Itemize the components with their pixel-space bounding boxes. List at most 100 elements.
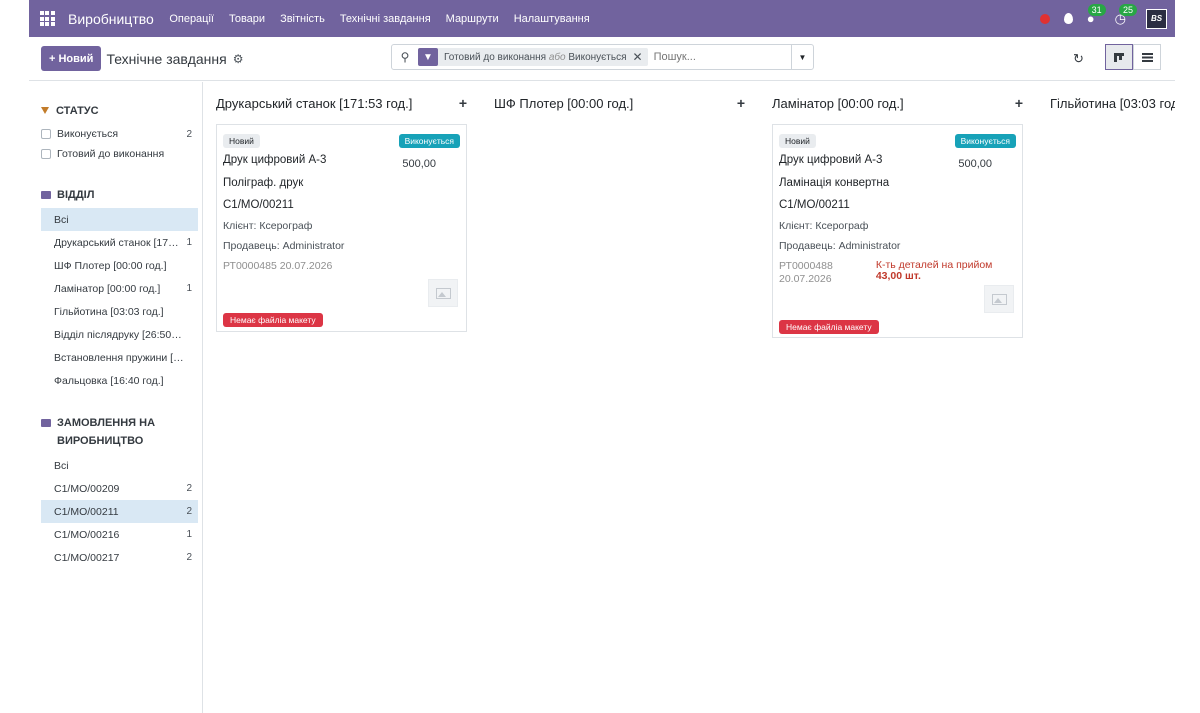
- dept-item-postpress[interactable]: Відділ післядруку [26:50 год.]: [41, 323, 198, 346]
- card-reference: РТ0000485 20.07.2026: [223, 259, 333, 272]
- kanban-column-laminator: Ламінатор [00:00 год.] + Новий Виконуєть…: [772, 82, 1023, 713]
- search-panel: СТАТУС Виконується 2 Готовий до виконанн…: [29, 82, 203, 713]
- kanban-icon: [1114, 52, 1124, 62]
- kanban-board: Друкарський станок [171:53 год.] + Новий…: [203, 82, 1175, 713]
- order-item-all[interactable]: Всі: [41, 454, 198, 477]
- card-price: 500,00: [958, 158, 992, 170]
- card-order: С1/МО/00211: [223, 199, 294, 211]
- no-layout-file-badge: Немає файліа макету: [223, 313, 323, 327]
- remove-facet-icon[interactable]: ✕: [633, 50, 648, 64]
- card-client: Клієнт: Ксерограф: [223, 219, 313, 232]
- card-operation: Поліграф. друк: [223, 176, 304, 189]
- top-navbar: Виробництво Операції Товари Звітність Те…: [29, 0, 1175, 37]
- dept-item-plotter[interactable]: ШФ Плотер [00:00 год.]: [41, 254, 198, 277]
- filter-funnel-icon: [41, 107, 49, 114]
- dept-item-folding[interactable]: Фальцовка [16:40 год.]: [41, 369, 198, 392]
- stage-badge: Новий: [779, 134, 816, 148]
- list-icon: [1141, 52, 1153, 62]
- activities-clock-icon[interactable]: ◷ 25: [1115, 3, 1137, 27]
- checkbox[interactable]: [41, 149, 51, 159]
- new-button[interactable]: + Новий: [41, 46, 102, 71]
- card-quantity-warning: К-ть деталей на прийом 43,00 шт.: [875, 258, 993, 282]
- control-panel: + Новий Технічне завдання ⚙ ⚲ ▼ Готовий …: [29, 37, 1175, 81]
- state-badge: Виконується: [398, 134, 460, 148]
- dept-item-all[interactable]: Всі: [41, 208, 198, 231]
- department-header: ВІДДІЛ: [41, 186, 198, 204]
- status-section: СТАТУС Виконується 2 Готовий до виконанн…: [41, 102, 198, 164]
- status-item-in-progress[interactable]: Виконується 2: [41, 124, 198, 144]
- folder-icon: [41, 419, 51, 427]
- plus-icon: +: [49, 52, 59, 65]
- order-item-00209[interactable]: С1/МО/00209 2: [41, 477, 198, 500]
- add-card-icon[interactable]: +: [737, 95, 745, 111]
- menu-settings[interactable]: Налаштування: [506, 13, 597, 25]
- messages-badge: 31: [1087, 4, 1106, 16]
- app-window: Виробництво Операції Товари Звітність Те…: [29, 0, 1175, 713]
- orders-section: ЗАМОВЛЕННЯ НА ВИРОБНИЦТВО Всі С1/МО/0020…: [41, 414, 198, 569]
- messages-icon[interactable]: ● 31: [1087, 4, 1106, 26]
- dept-item-laminator[interactable]: Ламінатор [00:00 год.] 1: [41, 277, 198, 300]
- card-product: Друк цифровий А-3: [223, 154, 327, 166]
- card-operation: Ламінація конвертна: [779, 176, 890, 189]
- column-header[interactable]: Друкарський станок [171:53 год.] +: [216, 82, 467, 124]
- drop-icon[interactable]: [1063, 13, 1073, 24]
- company-logo[interactable]: BS: [1146, 8, 1167, 29]
- apps-menu-icon[interactable]: [29, 0, 65, 37]
- filter-icon: ▼: [418, 48, 438, 66]
- menu-reporting[interactable]: Звітність: [273, 13, 333, 25]
- stage-badge: Новий: [223, 134, 260, 148]
- kanban-view-button[interactable]: [1105, 44, 1133, 70]
- dept-item-binding[interactable]: Встановлення пружини [16:40 год.]: [41, 346, 198, 369]
- dept-item-printer[interactable]: Друкарський станок [171:53 год.]1: [41, 231, 198, 254]
- kanban-card[interactable]: Новий Виконується Друк цифровий А-3 Полі…: [216, 124, 467, 332]
- department-section: ВІДДІЛ Всі Друкарський станок [171:53 го…: [41, 186, 198, 392]
- menu-routes[interactable]: Маршрути: [438, 13, 506, 25]
- no-layout-file-badge: Немає файліа макету: [779, 320, 879, 334]
- search-options-chevron-icon[interactable]: ▼: [791, 45, 813, 69]
- page-title: Технічне завдання: [106, 50, 227, 67]
- card-seller: Продавець: Administrator: [779, 239, 901, 252]
- column-header[interactable]: Ламінатор [00:00 год.] +: [772, 82, 1023, 124]
- debug-bug-icon[interactable]: [1039, 13, 1050, 24]
- card-seller: Продавець: Administrator: [223, 239, 345, 252]
- kanban-column-guillotine: Гільйотина [03:03 год.]: [1050, 82, 1175, 713]
- add-card-icon[interactable]: +: [1015, 95, 1023, 111]
- kanban-card[interactable]: Новий Виконується Друк цифровий А-3 Ламі…: [772, 124, 1023, 338]
- app-brand[interactable]: Виробництво: [68, 11, 154, 27]
- gear-icon[interactable]: ⚙: [233, 52, 244, 66]
- dept-item-guillotine[interactable]: Гільйотина [03:03 год.]: [41, 300, 198, 323]
- activities-badge: 25: [1118, 3, 1137, 16]
- status-item-ready[interactable]: Готовий до виконання: [41, 144, 198, 164]
- new-button-label: Новий: [58, 52, 94, 65]
- orders-header: ЗАМОВЛЕННЯ НА ВИРОБНИЦТВО: [41, 414, 198, 450]
- card-price: 500,00: [402, 158, 436, 170]
- refresh-icon[interactable]: ↻: [1073, 51, 1084, 67]
- filter-facet: ▼ Готовий до виконання або Виконується ✕: [418, 48, 648, 66]
- search-bar: ⚲ ▼ Готовий до виконання або Виконується…: [391, 44, 814, 70]
- menu-operations[interactable]: Операції: [162, 13, 222, 25]
- kanban-column-plotter: ШФ Плотер [00:00 год.] +: [494, 82, 745, 713]
- order-item-00217[interactable]: С1/МО/00217 2: [41, 546, 198, 569]
- facet-value-in-progress: Виконується: [568, 51, 627, 63]
- search-icon[interactable]: ⚲: [392, 50, 418, 64]
- column-header[interactable]: ШФ Плотер [00:00 год.] +: [494, 82, 745, 124]
- folder-icon: [41, 191, 51, 199]
- main-content: СТАТУС Виконується 2 Готовий до виконанн…: [29, 82, 1175, 713]
- state-badge: Виконується: [954, 134, 1016, 148]
- image-placeholder-icon: [428, 279, 458, 307]
- view-switcher: [1105, 44, 1161, 70]
- order-item-00216[interactable]: С1/МО/00216 1: [41, 523, 198, 546]
- facet-or: або: [548, 51, 566, 63]
- order-item-00211[interactable]: С1/МО/00211 2: [41, 500, 198, 523]
- card-order: С1/МО/00211: [779, 199, 850, 211]
- search-input[interactable]: [653, 51, 774, 63]
- card-client: Клієнт: Ксерограф: [779, 219, 869, 232]
- add-card-icon[interactable]: +: [459, 95, 467, 111]
- menu-products[interactable]: Товари: [221, 13, 272, 25]
- card-product: Друк цифровий А-3: [779, 154, 883, 166]
- menu-work-orders[interactable]: Технічні завдання: [332, 13, 438, 25]
- list-view-button[interactable]: [1133, 44, 1161, 70]
- checkbox[interactable]: [41, 129, 51, 139]
- status-header: СТАТУС: [41, 102, 198, 120]
- column-header[interactable]: Гільйотина [03:03 год.]: [1050, 82, 1175, 124]
